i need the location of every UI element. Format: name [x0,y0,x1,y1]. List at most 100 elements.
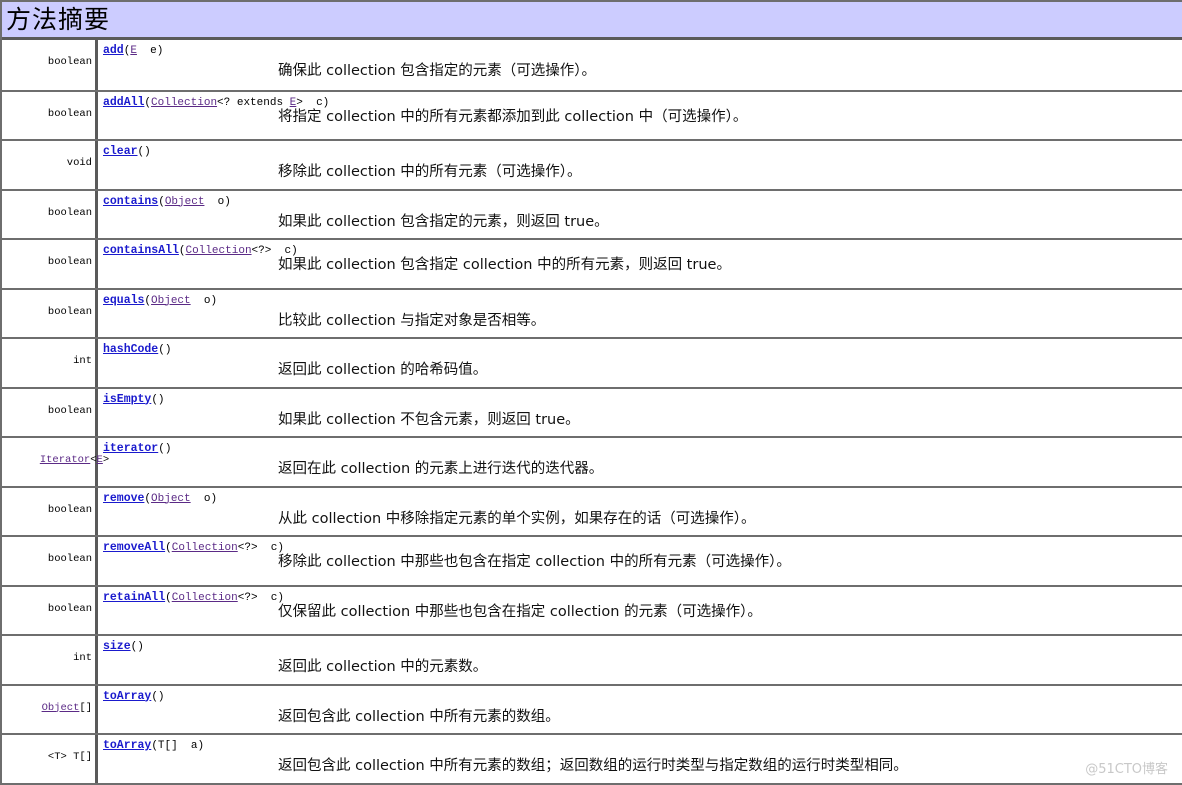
return-type-cell: boolean [2,586,98,634]
method-link[interactable]: size [103,640,131,653]
return-type-text: boolean [47,107,92,120]
param-type-link[interactable]: Collection [186,245,252,257]
method-cell: equals(Object o) 比较此 collection 与指定对象是否相… [98,290,1182,338]
return-type-text: boolean [47,305,92,318]
method-link[interactable]: toArray [103,739,151,752]
param-type-link[interactable]: Object [151,295,191,307]
method-link[interactable]: clear [103,145,138,158]
method-description: 移除此 collection 中的所有元素（可选操作）。 [278,164,582,180]
method-cell: remove(Object o) 从此 collection 中移除指定元素的单… [98,488,1182,536]
method-signature: toArray() [103,690,1182,708]
method-signature: size() [103,640,1182,658]
params-open: () [151,393,165,406]
method-link[interactable]: containsAll [103,244,179,257]
method-signature: containsAll(Collection<?> c) [103,244,1182,257]
method-row: boolean isEmpty() 如果此 collection 不包含元素，则… [2,386,1182,436]
return-type-cell: void [2,141,98,189]
method-description: 返回在此 collection 的元素上进行迭代的迭代器。 [278,461,604,477]
method-link[interactable]: add [103,44,124,57]
method-rows: boolean add(E e) 确保此 collection 包含指定的元素（… [2,40,1182,783]
params-open: ( [165,542,172,554]
method-row: boolean containsAll(Collection<?> c) 如果此… [2,238,1182,288]
return-type-cell: boolean [2,40,98,90]
method-row: boolean remove(Object o) 从此 collection 中… [2,485,1182,536]
method-signature: hashCode() [103,343,1182,361]
param-type-link[interactable]: E [130,45,137,57]
method-cell: retainAll(Collection<?> c) 仅保留此 collecti… [98,587,1182,635]
params-open: () [151,690,165,703]
method-row: int size() 返回此 collection 中的元素数。 [2,634,1182,684]
table-title: 方法摘要 [6,5,111,34]
method-description: 从此 collection 中移除指定元素的单个实例，如果存在的话（可选操作）。 [278,510,756,527]
method-description: 确保此 collection 包含指定的元素（可选操作）。 [278,63,597,79]
params-open: (T[] a) [151,740,205,752]
params-open: ( [178,245,186,257]
method-description: 如果此 collection 包含指定 collection 中的所有元素，则返… [278,257,731,273]
method-description: 比较此 collection 与指定对象是否相等。 [278,312,546,329]
param-type-link[interactable]: Collection [151,97,217,109]
method-signature: iterator() [103,442,1182,460]
method-row: boolean equals(Object o) 比较此 collection … [2,287,1182,338]
return-type-cell: boolean [2,388,98,436]
params-rest: o) [190,492,218,505]
method-link[interactable]: remove [103,492,144,505]
return-type-text: boolean [47,206,92,219]
method-row: boolean add(E e) 确保此 collection 包含指定的元素（… [2,40,1182,90]
return-type-text: void [66,157,92,169]
method-description: 返回包含此 collection 中所有元素的数组。 [278,708,560,725]
return-type-text: boolean [47,503,92,516]
return-type-text: <T> T[] [47,751,92,763]
params-rest: e) [136,45,164,57]
method-link[interactable]: retainAll [103,591,165,604]
params-open: () [137,146,151,158]
method-link[interactable]: contains [103,195,158,208]
method-row: int hashCode() 返回此 collection 的哈希码值。 [2,337,1182,387]
return-type-text: boolean [47,56,92,68]
method-link[interactable]: hashCode [103,343,158,356]
method-cell: toArray(T[] a) 返回包含此 collection 中所有元素的数组… [98,735,1182,783]
method-signature: addAll(Collection<? extends E> c) [103,96,1182,109]
param-type-link[interactable]: Collection [172,542,238,554]
return-type-link[interactable]: Iterator [40,454,90,466]
return-type-link[interactable]: Object [42,702,80,714]
return-type-cell: boolean [2,240,98,288]
method-link[interactable]: removeAll [103,541,165,554]
return-type-cell: int [2,636,98,684]
return-type-text: boolean [47,602,92,615]
method-link[interactable]: addAll [103,96,144,109]
method-cell: removeAll(Collection<?> c) 移除此 collectio… [98,537,1182,585]
params-rest: <? extends [217,96,290,109]
method-signature: isEmpty() [103,393,1182,411]
params-open: ( [158,195,165,208]
return-type-cell: Iterator<E> [2,438,109,486]
method-row: <T> T[] toArray(T[] a) 返回包含此 collection … [2,733,1182,783]
method-link[interactable]: iterator [103,442,158,455]
method-signature: equals(Object o) [103,294,1182,312]
method-signature: retainAll(Collection<?> c) [103,591,1182,604]
method-row: void clear() 移除此 collection 中的所有元素（可选操作）… [2,139,1182,189]
param-type-link[interactable]: Object [151,493,191,505]
method-description: 仅保留此 collection 中那些也包含在指定 collection 的元素… [278,603,762,620]
params-open: () [158,344,172,356]
method-link[interactable]: equals [103,294,144,307]
param-type-link[interactable]: Object [165,196,205,208]
method-row: boolean addAll(Collection<? extends E> c… [2,89,1182,139]
method-link[interactable]: isEmpty [103,393,151,406]
method-row: boolean contains(Object o) 如果此 collectio… [2,188,1182,238]
method-signature: add(E e) [103,44,1182,62]
method-cell: toArray() 返回包含此 collection 中所有元素的数组。 [98,686,1182,734]
return-type-text: boolean [47,256,92,268]
method-row: Iterator<E> iterator() 返回在此 collection 的… [2,436,1182,486]
params-open: () [130,641,144,653]
return-type-cell: Object[] [2,685,98,733]
return-type-cell: <T> T[] [2,735,98,783]
return-type-cell: boolean [2,190,98,238]
param-type-link[interactable]: Collection [172,592,238,604]
method-cell: hashCode() 返回此 collection 的哈希码值。 [98,339,1182,387]
method-cell: clear() 移除此 collection 中的所有元素（可选操作）。 [98,141,1182,189]
method-cell: add(E e) 确保此 collection 包含指定的元素（可选操作）。 [98,40,1182,90]
method-link[interactable]: toArray [103,690,151,703]
method-description: 返回包含此 collection 中所有元素的数组；返回数组的运行时类型与指定数… [278,758,908,774]
return-type-text: int [73,652,92,664]
return-type-cell: int [2,339,98,387]
